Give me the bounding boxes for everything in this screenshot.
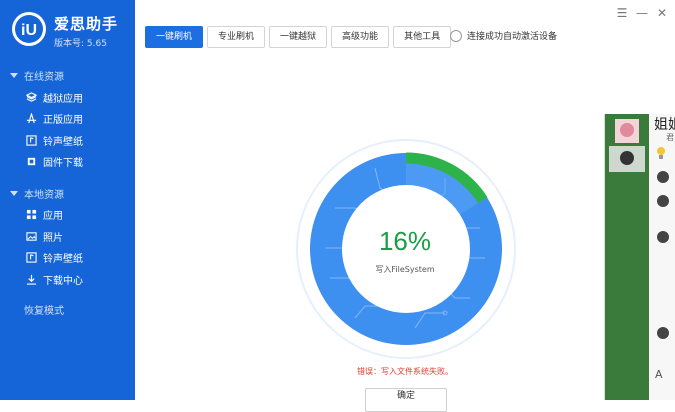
tab-advanced[interactable]: 高级功能 [331, 26, 390, 48]
sidebar-item-label: 越狱应用 [43, 93, 83, 105]
sidebar-item-jailbreak-apps[interactable]: 越狱应用 [26, 88, 131, 106]
auto-activate-radio[interactable] [450, 29, 462, 42]
sidebar-item-downloads[interactable]: 下载中心 [26, 270, 131, 288]
sidebar-item-label: 下载中心 [43, 275, 83, 287]
function-tabs: 一键刷机 专业刷机 一键越狱 高级功能 其他工具 [145, 26, 452, 48]
collapse-arrow-icon [10, 73, 18, 78]
message-avatar-icon [657, 231, 669, 243]
sidebar-item-photos[interactable]: 照片 [26, 227, 131, 245]
contact-avatar-icon[interactable] [609, 118, 645, 144]
sidebar-item-label: 固件下载 [43, 157, 83, 169]
download-icon [26, 274, 37, 285]
ringtone-icon [26, 251, 37, 263]
chat-contact-list [605, 114, 649, 400]
sidebar-item-recovery-mode[interactable]: 恢复模式 [24, 302, 64, 317]
bulb-icon [657, 147, 665, 159]
menu-icon[interactable]: ☰ [615, 6, 629, 20]
progress-percent: 16% [378, 226, 432, 256]
chat-window: 姐姐 君 A [604, 114, 675, 400]
ringtone-icon [26, 134, 37, 146]
main-panel: 一键刷机 专业刷机 一键越狱 高级功能 其他工具 连接成功自动激活设备 ☰ — … [135, 0, 675, 412]
app-logo-icon: iU [12, 12, 46, 46]
tab-one-click-jailbreak[interactable]: 一键越狱 [269, 26, 328, 48]
message-avatar-icon [657, 195, 669, 207]
minimize-icon[interactable]: — [635, 6, 649, 20]
sidebar-item-label: 正版应用 [43, 114, 83, 126]
box-icon [26, 91, 37, 102]
sidebar-item-genuine-apps[interactable]: 正版应用 [26, 109, 131, 127]
auto-activate-label: 连接成功自动激活设备 [467, 32, 558, 42]
section-local[interactable]: 本地资源 [10, 186, 64, 201]
chat-subtitle: 君 [666, 133, 674, 142]
app-version: 版本号: 5.65 [54, 39, 107, 49]
sidebar-item-label: 铃声壁纸 [43, 136, 83, 148]
photo-icon [26, 231, 37, 241]
firmware-icon [27, 157, 36, 165]
svg-text:iU: iU [21, 22, 37, 39]
sidebar-item-label: 应用 [43, 210, 63, 222]
font-icon[interactable]: A [655, 368, 663, 381]
confirm-button[interactable]: 确定 [365, 388, 447, 412]
sidebar-item-label: 铃声壁纸 [43, 253, 83, 265]
error-message: 错误：写入文件系统失败。 [357, 367, 453, 376]
apps-grid-icon [26, 209, 37, 219]
message-avatar-icon [657, 171, 669, 183]
message-avatar-icon [657, 327, 669, 339]
tab-one-click-flash[interactable]: 一键刷机 [145, 26, 204, 48]
close-icon[interactable]: ✕ [655, 6, 669, 20]
sidebar-item-apps[interactable]: 应用 [26, 205, 131, 223]
sidebar-item-firmware[interactable]: 固件下载 [26, 152, 131, 170]
app-name: 爱思助手 [54, 15, 119, 33]
app-store-icon [26, 112, 37, 123]
sidebar-item-ringtones-local[interactable]: 铃声壁纸 [26, 248, 131, 266]
collapse-arrow-icon [10, 191, 18, 196]
sidebar-item-ringtones-online[interactable]: 铃声壁纸 [26, 131, 131, 149]
chat-contact-name: 姐姐 [654, 117, 675, 133]
sidebar: iU 爱思助手 版本号: 5.65 在线资源 越狱应用 正版应用 铃声壁纸 固件… [0, 0, 135, 400]
section-online[interactable]: 在线资源 [10, 68, 64, 83]
contact-avatar-icon[interactable] [609, 146, 645, 172]
progress-status: 写入FileSystem [375, 265, 435, 274]
tab-other-tools[interactable]: 其他工具 [393, 26, 452, 48]
section-online-label: 在线资源 [24, 72, 64, 83]
tab-pro-flash[interactable]: 专业刷机 [207, 26, 266, 48]
sidebar-item-label: 照片 [43, 232, 63, 244]
section-local-label: 本地资源 [24, 190, 64, 201]
auto-activate-option[interactable]: 连接成功自动激活设备 [450, 29, 557, 42]
chat-conversation: 姐姐 君 A [649, 114, 675, 400]
